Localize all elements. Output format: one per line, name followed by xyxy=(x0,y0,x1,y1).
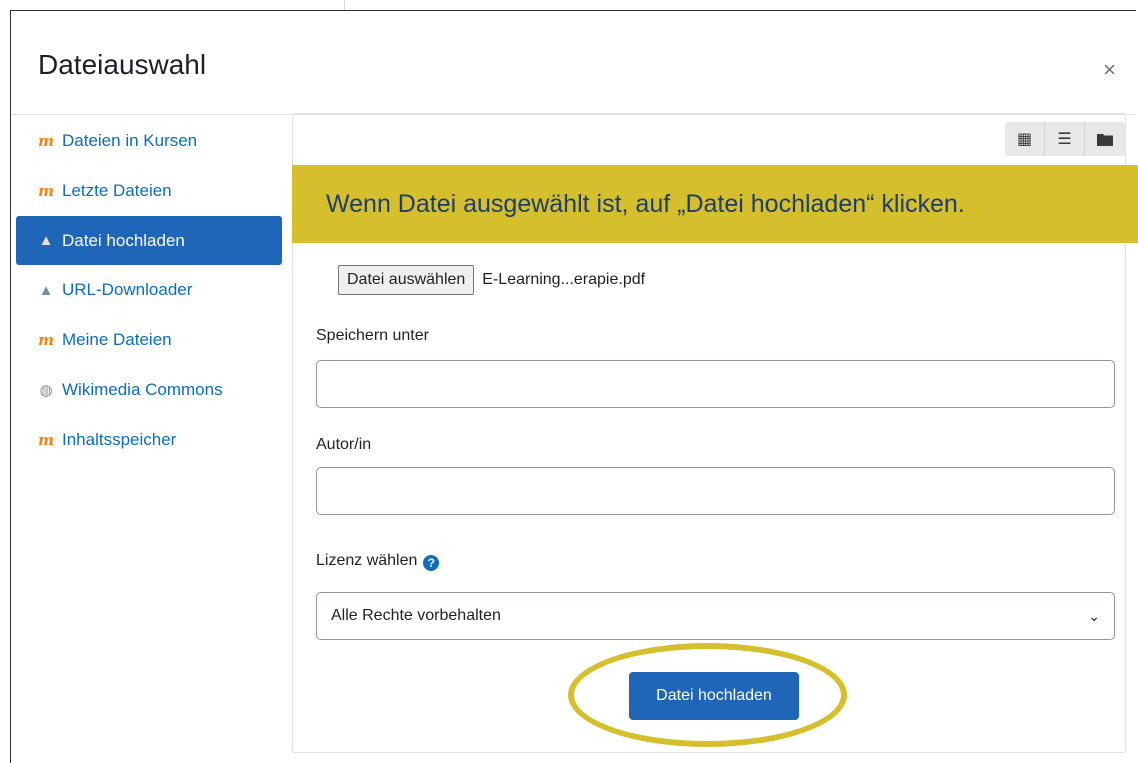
list-view-icon[interactable]: ☰ xyxy=(1045,122,1085,156)
license-label: Lizenz wählen xyxy=(316,552,418,569)
icon-view-icon[interactable]: ▦ xyxy=(1005,122,1045,156)
repository-sidebar: m Dateien in Kursen m Letzte Dateien ▲ D… xyxy=(16,116,282,465)
folder-icon xyxy=(1097,134,1113,146)
moodle-icon: m xyxy=(38,431,54,449)
help-icon[interactable]: ? xyxy=(423,555,440,571)
sidebar-item-label: Inhaltsspeicher xyxy=(62,430,177,449)
license-selected-value: Alle Rechte vorbehalten xyxy=(331,607,501,624)
save-as-label: Speichern unter xyxy=(316,327,429,344)
author-label: Autor/in xyxy=(316,436,372,453)
upload-file-button[interactable]: Datei hochladen xyxy=(629,672,799,720)
sidebar-item-dateien-in-kursen[interactable]: m Dateien in Kursen xyxy=(16,116,282,166)
sidebar-item-url-downloader[interactable]: ▲ URL-Downloader xyxy=(16,265,282,315)
instruction-text: Wenn Datei ausgewählt ist, auf „Datei ho… xyxy=(326,189,965,218)
sidebar-item-letzte-dateien[interactable]: m Letzte Dateien xyxy=(16,166,282,216)
license-select[interactable]: Alle Rechte vorbehalten ⌄ xyxy=(316,592,1115,640)
sidebar-item-label: Datei hochladen xyxy=(62,230,185,250)
close-icon[interactable]: × xyxy=(1103,59,1116,81)
instruction-banner: Wenn Datei ausgewählt ist, auf „Datei ho… xyxy=(292,165,1138,243)
view-toolbar: ▦ ☰ xyxy=(1005,122,1125,156)
sidebar-item-meine-dateien[interactable]: m Meine Dateien xyxy=(16,315,282,365)
upload-icon: ▲ xyxy=(38,232,54,249)
moodle-icon: m xyxy=(38,331,54,349)
license-label-row: Lizenz wählen? xyxy=(316,552,440,571)
sidebar-item-label: Letzte Dateien xyxy=(62,181,172,200)
folder-view-icon[interactable] xyxy=(1085,122,1125,156)
selected-file-name: E-Learning...erapie.pdf xyxy=(482,271,646,288)
moodle-icon: m xyxy=(38,182,54,200)
sidebar-item-datei-hochladen[interactable]: ▲ Datei hochladen xyxy=(16,216,282,265)
save-as-input[interactable] xyxy=(316,360,1115,408)
wikimedia-icon: ◍ xyxy=(39,382,53,399)
dialog-header: Dateiauswahl × xyxy=(11,11,1136,115)
file-chooser: Datei auswählen E-Learning...erapie.pdf xyxy=(338,265,645,295)
chevron-down-icon: ⌄ xyxy=(1088,607,1100,624)
sidebar-item-label: Meine Dateien xyxy=(62,330,172,349)
sidebar-item-label: URL-Downloader xyxy=(62,280,193,299)
sidebar-item-label: Wikimedia Commons xyxy=(62,380,223,399)
dialog-title: Dateiauswahl xyxy=(38,49,207,80)
moodle-icon: m xyxy=(38,132,54,150)
url-downloader-icon: ▲ xyxy=(38,281,54,299)
author-input[interactable] xyxy=(316,467,1115,515)
sidebar-item-inhaltsspeicher[interactable]: m Inhaltsspeicher xyxy=(16,415,282,465)
choose-file-button[interactable]: Datei auswählen xyxy=(338,265,475,295)
sidebar-item-label: Dateien in Kursen xyxy=(62,131,198,150)
sidebar-item-wikimedia-commons[interactable]: ◍ Wikimedia Commons xyxy=(16,365,282,415)
